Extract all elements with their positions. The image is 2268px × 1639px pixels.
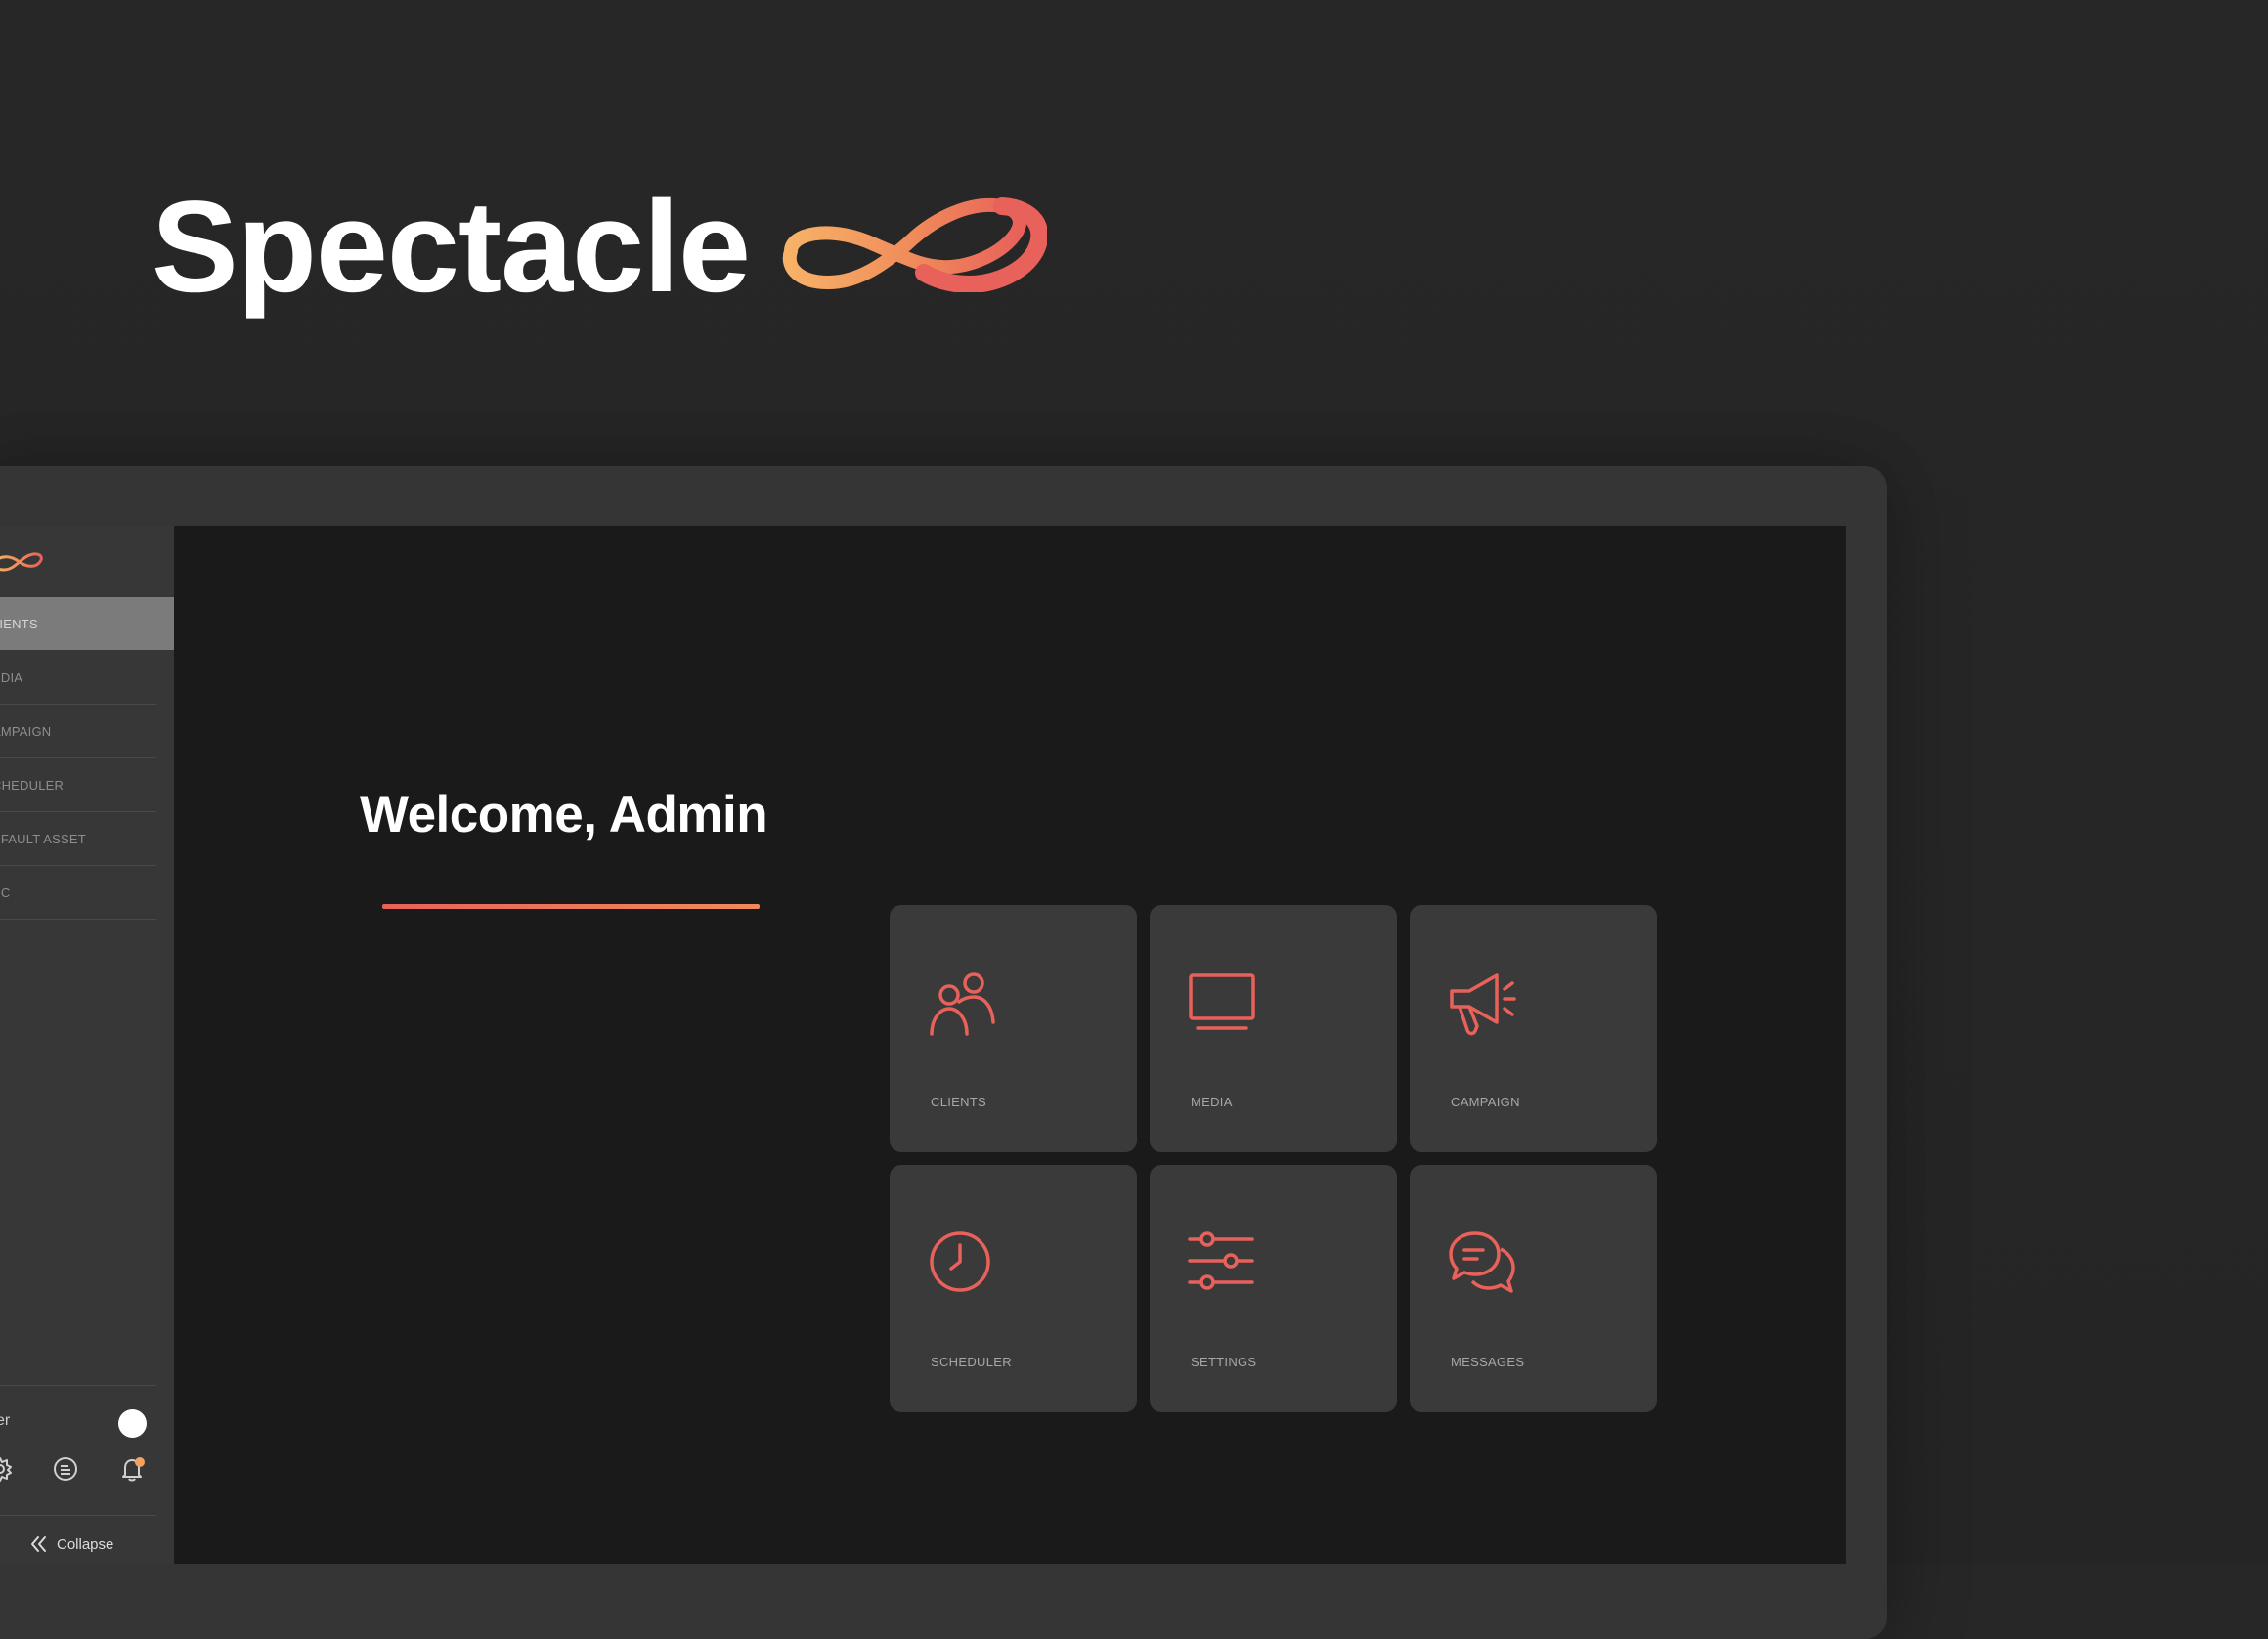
sidebar-item-default-asset[interactable]: EFAULT ASSET xyxy=(0,812,156,866)
sidebar-item-scheduler[interactable]: CHEDULER xyxy=(0,758,156,812)
chat-icon xyxy=(1449,1231,1515,1293)
sidebar-item-clients[interactable]: LIENTS xyxy=(0,597,174,650)
sidebar: LIENTS EDIA AMPAIGN CHEDULER EFAULT ASSE… xyxy=(0,526,174,1564)
sidebar-item-misc[interactable]: SC xyxy=(0,866,156,920)
tile-clients[interactable]: CLIENTS xyxy=(890,905,1137,1152)
sidebar-divider xyxy=(0,1385,156,1386)
tile-settings[interactable]: SETTINGS xyxy=(1150,1165,1397,1412)
main-content: Welcome, Admin CLIENTS MEDIA CAMPAIGN SC… xyxy=(174,526,1846,1564)
notification-badge xyxy=(135,1457,145,1467)
user-name: ser xyxy=(0,1412,11,1429)
tile-label: CLIENTS xyxy=(931,1095,987,1109)
collapse-button[interactable]: Collapse xyxy=(29,1535,113,1553)
monitor-icon xyxy=(1189,973,1255,1030)
tile-messages[interactable]: MESSAGES xyxy=(1410,1165,1657,1412)
brand-name: Spectacle xyxy=(152,174,751,320)
sidebar-item-label: AMPAIGN xyxy=(0,723,52,739)
brand-header: Spectacle xyxy=(152,174,1047,321)
tile-label: SETTINGS xyxy=(1191,1355,1257,1369)
tile-media[interactable]: MEDIA xyxy=(1150,905,1397,1152)
title-underline xyxy=(382,904,760,909)
tile-label: MESSAGES xyxy=(1451,1355,1525,1369)
tile-scheduler[interactable]: SCHEDULER xyxy=(890,1165,1137,1412)
sidebar-item-label: SC xyxy=(0,884,11,900)
sidebar-item-campaign[interactable]: AMPAIGN xyxy=(0,705,156,758)
tile-label: CAMPAIGN xyxy=(1451,1095,1520,1109)
clock-icon xyxy=(930,1231,990,1292)
sidebar-item-media[interactable]: EDIA xyxy=(0,651,156,705)
chevrons-left-icon xyxy=(31,1536,46,1552)
users-icon xyxy=(930,972,995,1036)
sidebar-item-label: EDIA xyxy=(0,669,23,685)
sidebar-item-label: EFAULT ASSET xyxy=(0,831,86,846)
sidebar-logo-infinity-icon xyxy=(0,552,43,572)
tile-campaign[interactable]: CAMPAIGN xyxy=(1410,905,1657,1152)
megaphone-icon xyxy=(1450,973,1516,1036)
sidebar-divider xyxy=(0,1515,156,1516)
tile-label: MEDIA xyxy=(1191,1095,1233,1109)
avatar[interactable] xyxy=(118,1409,147,1438)
sliders-icon xyxy=(1188,1231,1254,1290)
sidebar-item-label: CHEDULER xyxy=(0,777,65,793)
infinity-icon xyxy=(782,197,1047,292)
collapse-label: Collapse xyxy=(57,1535,114,1553)
sidebar-item-label: LIENTS xyxy=(0,616,38,631)
document-icon[interactable] xyxy=(52,1455,79,1483)
page-title: Welcome, Admin xyxy=(360,786,768,843)
tile-label: SCHEDULER xyxy=(931,1355,1012,1369)
gear-icon[interactable] xyxy=(0,1455,14,1483)
